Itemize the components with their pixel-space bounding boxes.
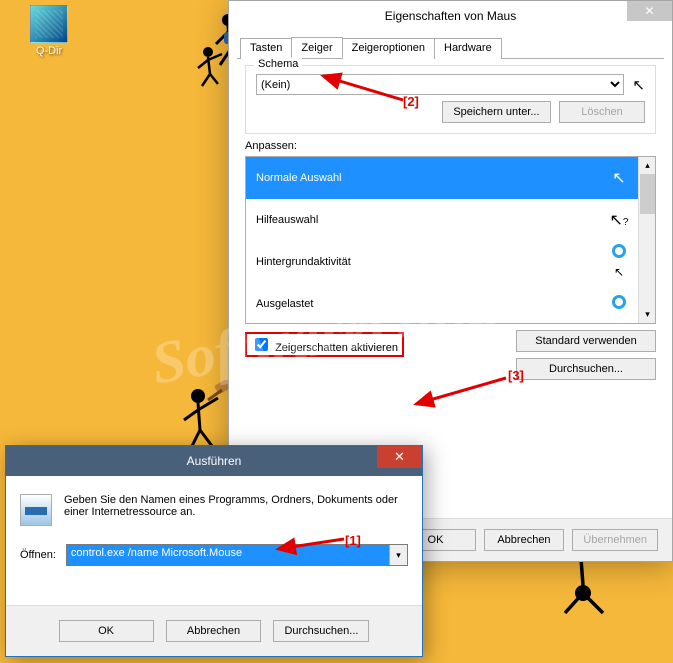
- app-icon: [30, 5, 68, 43]
- tab-strip: Tasten Zeiger Zeigeroptionen Hardware: [237, 37, 664, 59]
- cursor-preview-icon: [607, 295, 631, 314]
- tab-pointer-options[interactable]: Zeigeroptionen: [342, 38, 435, 59]
- run-command-value: control.exe /name Microsoft.Mouse: [67, 545, 389, 565]
- browse-button[interactable]: Durchsuchen...: [516, 358, 656, 380]
- run-dialog: Ausführen ✕ Geben Sie den Namen eines Pr…: [5, 445, 423, 657]
- ok-button[interactable]: OK: [59, 620, 154, 642]
- cursor-preview-icon: ↖?: [607, 210, 631, 230]
- tab-buttons[interactable]: Tasten: [240, 38, 292, 59]
- save-as-button[interactable]: Speichern unter...: [442, 101, 550, 123]
- run-icon: [20, 494, 52, 526]
- run-command-input[interactable]: control.exe /name Microsoft.Mouse ▾: [66, 544, 408, 566]
- enable-shadow-checkbox[interactable]: [255, 338, 268, 351]
- cancel-button[interactable]: Abbrechen: [484, 529, 564, 551]
- browse-button[interactable]: Durchsuchen...: [273, 620, 369, 642]
- schema-select[interactable]: (Kein): [256, 74, 624, 95]
- cursor-preview-icon: ↖: [607, 168, 631, 188]
- scroll-up-button[interactable]: ▴: [639, 157, 656, 174]
- cursor-listbox[interactable]: Normale Auswahl ↖ Hilfeauswahl ↖? Hinter…: [245, 156, 656, 324]
- cursor-preview-icon: ↖: [607, 244, 631, 281]
- open-label: Öffnen:: [20, 549, 56, 561]
- list-item[interactable]: Ausgelastet: [246, 283, 655, 324]
- run-description: Geben Sie den Namen eines Programms, Ord…: [64, 494, 408, 518]
- list-item-label: Hintergrundaktivität: [256, 256, 351, 268]
- schema-group: Schema (Kein) ↖ Speichern unter... Lösch…: [245, 65, 656, 134]
- dialog-title: Ausführen: [187, 454, 242, 468]
- delete-button: Löschen: [559, 101, 645, 123]
- scrollbar[interactable]: ▴ ▾: [638, 157, 655, 323]
- schema-group-label: Schema: [254, 58, 302, 70]
- enable-shadow-label: Zeigerschatten aktivieren: [275, 342, 398, 354]
- dropdown-arrow-icon[interactable]: ▾: [389, 545, 407, 565]
- tab-pointers[interactable]: Zeiger: [291, 37, 342, 58]
- list-item-label: Normale Auswahl: [256, 172, 342, 184]
- customize-label: Anpassen:: [245, 140, 656, 152]
- annotation-highlight: Zeigerschatten aktivieren: [245, 332, 404, 357]
- list-item-label: Ausgelastet: [256, 298, 313, 310]
- list-item[interactable]: Hintergrundaktivität ↖: [246, 241, 655, 283]
- dialog-title: Eigenschaften von Maus: [385, 9, 516, 23]
- titlebar[interactable]: Ausführen ✕: [6, 446, 422, 476]
- list-item-label: Hilfeauswahl: [256, 214, 318, 226]
- scroll-down-button[interactable]: ▾: [639, 306, 656, 323]
- cursor-arrow-icon: ↖: [632, 76, 645, 94]
- cancel-button[interactable]: Abbrechen: [166, 620, 261, 642]
- scroll-thumb[interactable]: [640, 174, 655, 214]
- list-item[interactable]: Normale Auswahl ↖: [246, 157, 655, 199]
- apply-button: Übernehmen: [572, 529, 658, 551]
- desktop-icon-qdir[interactable]: Q-Dir: [30, 5, 68, 57]
- tab-hardware[interactable]: Hardware: [434, 38, 502, 59]
- close-button[interactable]: ✕: [377, 446, 422, 468]
- dialog-button-row: OK Abbrechen Durchsuchen...: [6, 605, 422, 656]
- desktop-icon-label: Q-Dir: [36, 45, 62, 57]
- close-button[interactable]: ✕: [627, 1, 672, 21]
- titlebar[interactable]: Eigenschaften von Maus ✕: [229, 1, 672, 31]
- list-item[interactable]: Hilfeauswahl ↖?: [246, 199, 655, 241]
- use-default-button[interactable]: Standard verwenden: [516, 330, 656, 352]
